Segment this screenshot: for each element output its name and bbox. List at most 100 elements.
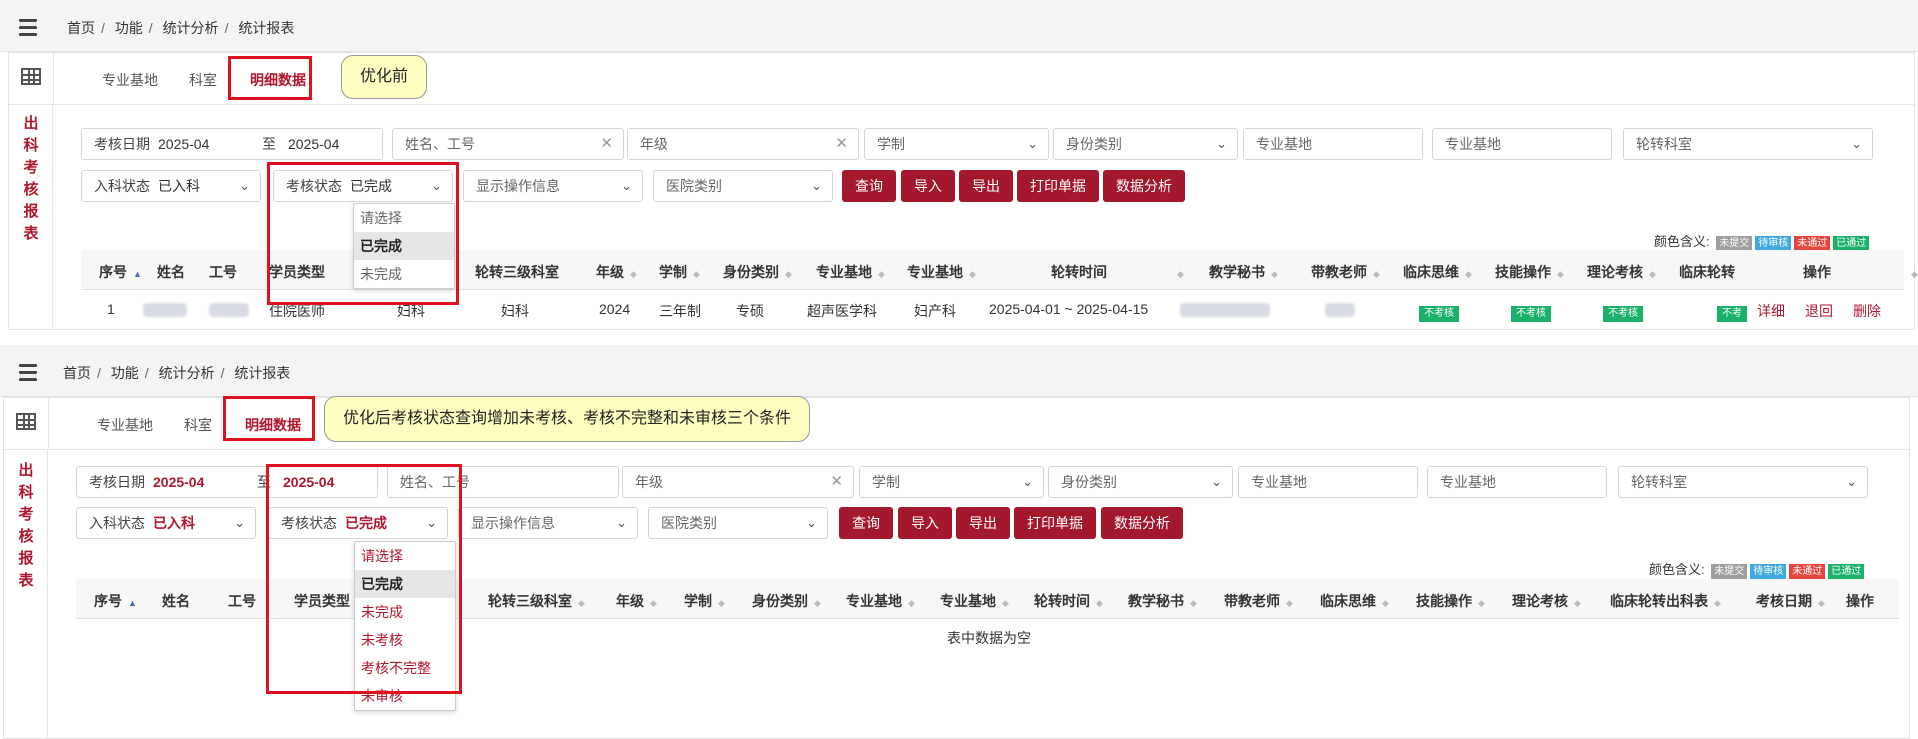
base-input-1[interactable]: 专业基地 bbox=[1243, 128, 1423, 160]
breadcrumb-function[interactable]: 功能 bbox=[111, 365, 139, 381]
chevron-down-icon: ⌄ bbox=[1022, 474, 1033, 489]
col-base2[interactable]: 专业基地 ◆ bbox=[907, 262, 976, 282]
col-edu[interactable]: 学制 ◆ bbox=[659, 262, 700, 282]
col-base1[interactable]: 专业基地 ◆ bbox=[846, 591, 915, 611]
name-search-input[interactable]: 姓名、工号 ✕ bbox=[392, 128, 624, 160]
rotation-dept-select[interactable]: 轮转科室 ⌄ bbox=[1618, 466, 1868, 498]
col-dept3[interactable]: 轮转三级科室 bbox=[475, 262, 559, 282]
tab-professional-base[interactable]: 专业基地 bbox=[97, 415, 153, 435]
col-skill[interactable]: 技能操作 ◆ bbox=[1416, 591, 1485, 611]
table-icon bbox=[16, 413, 36, 430]
base-input-2[interactable]: 专业基地 bbox=[1432, 128, 1612, 160]
table-icon bbox=[21, 68, 41, 85]
chevron-down-icon: ⌄ bbox=[1027, 136, 1038, 151]
cell-dept3: 妇科 bbox=[501, 303, 529, 319]
query-button[interactable]: 查询 bbox=[842, 170, 896, 202]
sidebar-title: 出科考 核报表 bbox=[23, 115, 39, 242]
breadcrumb-home[interactable]: 首页 bbox=[67, 20, 95, 36]
enter-status-select[interactable]: 入科状态 已入科 ⌄ bbox=[76, 507, 256, 539]
cell-identity: 专硕 bbox=[736, 303, 764, 319]
col-rotation[interactable]: 临床轮转 bbox=[1679, 262, 1735, 282]
col-secretary[interactable]: 教学秘书 ◆ bbox=[1209, 262, 1278, 282]
grade-select[interactable]: 年级 ✕ bbox=[622, 466, 854, 498]
col-id[interactable]: 工号 bbox=[209, 262, 237, 282]
return-link[interactable]: 退回 bbox=[1805, 301, 1833, 321]
breadcrumb-stats[interactable]: 统计分析 bbox=[163, 20, 219, 36]
breadcrumb: 首页 / 功能 / 统计分析 / 统计报表 bbox=[63, 365, 291, 381]
hospital-type-select[interactable]: 医院类别 ⌄ bbox=[653, 170, 833, 202]
query-button[interactable]: 查询 bbox=[839, 507, 893, 539]
sidebar-title: 出科考 核报表 bbox=[18, 462, 34, 589]
col-id[interactable]: 工号 bbox=[228, 591, 256, 611]
menu-icon[interactable] bbox=[19, 19, 37, 40]
chevron-down-icon: ⌄ bbox=[1846, 474, 1857, 489]
top-bar: 首页 / 功能 / 统计分析 / 统计报表 bbox=[0, 0, 1918, 52]
col-grade[interactable]: 年级 ◆ bbox=[596, 262, 637, 282]
grade-select[interactable]: 年级 ✕ bbox=[627, 128, 859, 160]
status-badge: 不考核 bbox=[1419, 306, 1459, 322]
highlight-tab-box bbox=[228, 56, 312, 100]
col-identity[interactable]: 身份类别 ◆ bbox=[723, 262, 792, 282]
menu-icon[interactable] bbox=[19, 364, 37, 385]
col-clinical[interactable]: 临床思维 ◆ bbox=[1320, 591, 1389, 611]
col-exam-date[interactable]: 考核日期 ◆ bbox=[1756, 591, 1825, 611]
col-seq[interactable]: 序号 ▲ bbox=[99, 262, 142, 282]
education-select[interactable]: 学制 ⌄ bbox=[864, 128, 1049, 160]
import-button[interactable]: 导入 bbox=[898, 507, 952, 539]
tab-professional-base[interactable]: 专业基地 bbox=[102, 70, 158, 90]
detail-link[interactable]: 详细 bbox=[1757, 301, 1785, 321]
col-ops: 操作 bbox=[1846, 593, 1874, 609]
col-teacher[interactable]: 带教老师 ◆ bbox=[1311, 262, 1380, 282]
col-name[interactable]: 姓名 bbox=[157, 262, 185, 282]
col-time[interactable]: 轮转时间 ◆ bbox=[1034, 591, 1103, 611]
print-button[interactable]: 打印单据 bbox=[1017, 170, 1099, 202]
col-edu[interactable]: 学制 ◆ bbox=[684, 591, 725, 611]
date-range-field[interactable]: 考核日期 2025-04 至 2025-04 bbox=[81, 128, 383, 160]
export-button[interactable]: 导出 bbox=[956, 507, 1010, 539]
breadcrumb-home[interactable]: 首页 bbox=[63, 365, 91, 381]
panel-before: 首页 / 功能 / 统计分析 / 统计报表 专业基地 科室 明细数据 优化前 出科考 … bbox=[0, 0, 1918, 330]
education-select[interactable]: 学制 ⌄ bbox=[859, 466, 1044, 498]
chevron-down-icon: ⌄ bbox=[811, 178, 822, 193]
export-button[interactable]: 导出 bbox=[959, 170, 1013, 202]
base-input-2[interactable]: 专业基地 bbox=[1427, 466, 1607, 498]
delete-link[interactable]: 删除 bbox=[1853, 301, 1881, 321]
enter-status-select[interactable]: 入科状态 已入科 ⌄ bbox=[81, 170, 261, 202]
hospital-type-select[interactable]: 医院类别 ⌄ bbox=[648, 507, 828, 539]
print-button[interactable]: 打印单据 bbox=[1014, 507, 1096, 539]
col-teacher[interactable]: 带教老师 ◆ bbox=[1224, 591, 1293, 611]
chevron-down-icon: ⌄ bbox=[616, 515, 627, 530]
col-seq[interactable]: 序号 ▲ bbox=[94, 591, 137, 611]
col-base1[interactable]: 专业基地 ◆ bbox=[816, 262, 885, 282]
col-theory[interactable]: 理论考核 ◆ bbox=[1512, 591, 1581, 611]
base-input-1[interactable]: 专业基地 bbox=[1238, 466, 1418, 498]
col-clinical[interactable]: 临床思维 ◆ bbox=[1403, 262, 1472, 282]
col-skill[interactable]: 技能操作 ◆ bbox=[1495, 262, 1564, 282]
col-secretary[interactable]: 教学秘书 ◆ bbox=[1128, 591, 1197, 611]
col-name[interactable]: 姓名 bbox=[162, 591, 190, 611]
col-rotation-form[interactable]: 临床轮转出科表 ◆ bbox=[1610, 591, 1721, 611]
highlight-status-box bbox=[266, 464, 462, 694]
identity-select[interactable]: 身份类别 ⌄ bbox=[1048, 466, 1233, 498]
panel-after: 首页 / 功能 / 统计分析 / 统计报表 专业基地 科室 明细数据 优化后考核状态查… bbox=[0, 345, 1918, 739]
show-ops-select[interactable]: 显示操作信息 ⌄ bbox=[458, 507, 638, 539]
chevron-down-icon: ⌄ bbox=[234, 515, 245, 530]
identity-select[interactable]: 身份类别 ⌄ bbox=[1053, 128, 1238, 160]
rotation-dept-select[interactable]: 轮转科室 ⌄ bbox=[1623, 128, 1873, 160]
import-button[interactable]: 导入 bbox=[901, 170, 955, 202]
show-ops-select[interactable]: 显示操作信息 ⌄ bbox=[463, 170, 643, 202]
col-grade[interactable]: 年级 ◆ bbox=[616, 591, 657, 611]
col-base2[interactable]: 专业基地 ◆ bbox=[940, 591, 1009, 611]
cell-base1: 超声医学科 bbox=[807, 303, 877, 319]
col-time[interactable]: 轮转时间 ◆ bbox=[1051, 262, 1184, 282]
breadcrumb-function[interactable]: 功能 bbox=[115, 20, 143, 36]
tab-department[interactable]: 科室 bbox=[184, 415, 212, 435]
col-dept3[interactable]: 轮转三级科室 ◆ bbox=[488, 591, 585, 611]
col-identity[interactable]: 身份类别 ◆ bbox=[752, 591, 821, 611]
tab-department[interactable]: 科室 bbox=[189, 70, 217, 90]
data-analysis-button[interactable]: 数据分析 bbox=[1103, 170, 1185, 202]
data-analysis-button[interactable]: 数据分析 bbox=[1101, 507, 1183, 539]
breadcrumb-stats[interactable]: 统计分析 bbox=[159, 365, 215, 381]
col-theory[interactable]: 理论考核 ◆ bbox=[1587, 262, 1656, 282]
clear-icon: ✕ bbox=[600, 135, 613, 152]
